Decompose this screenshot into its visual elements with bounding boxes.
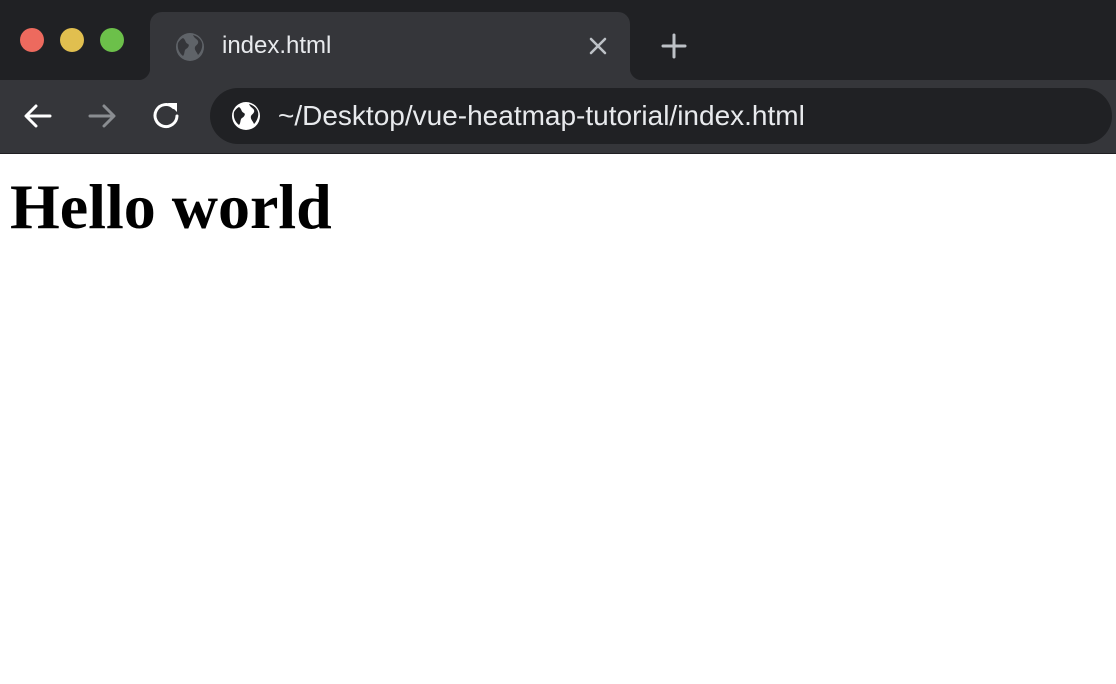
close-icon[interactable] — [584, 32, 612, 60]
address-bar[interactable]: ~/Desktop/vue-heatmap-tutorial/index.htm… — [210, 88, 1112, 144]
page-content: Hello world — [0, 154, 1116, 684]
window-close-button[interactable] — [20, 28, 44, 52]
browser-window: index.html ~/Desktop/vue-heatmap-tutoria… — [0, 0, 1116, 684]
arrow-right-icon[interactable] — [84, 98, 120, 134]
arrow-left-icon[interactable] — [20, 98, 56, 134]
reload-icon[interactable] — [148, 98, 184, 134]
tab-title: index.html — [222, 32, 332, 59]
browser-toolbar: ~/Desktop/vue-heatmap-tutorial/index.htm… — [0, 80, 1116, 153]
globe-icon[interactable] — [230, 100, 262, 132]
page-heading: Hello world — [10, 171, 332, 242]
globe-icon — [174, 31, 206, 63]
tab-strip: index.html — [0, 0, 1116, 80]
plus-icon[interactable] — [658, 30, 690, 62]
address-bar-url[interactable]: ~/Desktop/vue-heatmap-tutorial/index.htm… — [278, 100, 805, 132]
window-maximize-button[interactable] — [100, 28, 124, 52]
window-minimize-button[interactable] — [60, 28, 84, 52]
tab-index-html[interactable]: index.html — [138, 12, 642, 80]
